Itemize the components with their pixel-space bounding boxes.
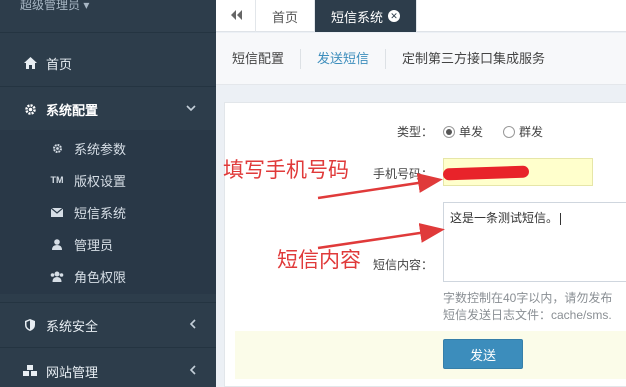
divider (0, 32, 216, 33)
cubes-icon (22, 365, 38, 377)
tab-label: 首页 (272, 9, 299, 25)
subtab-send-sms[interactable]: 发送短信 (301, 48, 387, 69)
home-icon (22, 57, 38, 69)
send-button[interactable]: 发送 (443, 339, 523, 369)
subtab-custom-api[interactable]: 定制第三方接口集成服务 (386, 49, 561, 69)
user-menu[interactable]: 超级管理员 ▾ (0, 0, 216, 32)
tab-home[interactable]: 首页 (256, 0, 316, 32)
chevron-down-icon (186, 103, 196, 115)
help-text-length: 字数控制在40字以内，请勿发布 (443, 291, 613, 305)
subtab-sms-config[interactable]: 短信配置 (216, 48, 302, 69)
user-icon (50, 238, 64, 250)
radio-checked-icon (443, 125, 455, 138)
divider (0, 302, 216, 303)
type-label: 类型： (396, 125, 433, 139)
radio-unchecked-icon (503, 125, 515, 138)
chevron-left-icon (189, 364, 196, 378)
close-icon[interactable]: ✕ (388, 10, 401, 22)
sidebar-item-home[interactable]: 首页 (0, 43, 216, 83)
sidebar-subitem-label: 角色权限 (74, 269, 127, 285)
sidebar-item-label: 首页 (46, 56, 73, 72)
text-caret (560, 212, 562, 225)
sidebar-subitem-admin[interactable]: 管理员 (0, 228, 216, 260)
tab-label: 短信系统 (331, 9, 384, 25)
sub-tab-bar: 短信配置 发送短信 定制第三方接口集成服务 (216, 33, 626, 85)
tab-sms-system[interactable]: 短信系统 ✕ (315, 0, 418, 32)
sidebar-subitem-label: 系统参数 (74, 141, 127, 157)
sidebar-item-website[interactable]: 网站管理 (0, 351, 216, 387)
tab-bar: 首页 短信系统 ✕ (216, 0, 626, 32)
radio-single[interactable]: 单发 (443, 123, 483, 140)
double-left-icon (230, 9, 242, 23)
annotation-phone: 填写手机号码 (223, 158, 349, 182)
sidebar-item-label: 系统安全 (46, 318, 99, 334)
sidebar-subitem-label: 管理员 (74, 237, 114, 253)
radio-label: 群发 (519, 125, 544, 139)
textarea-value: 这是一条测试短信。 (450, 211, 559, 225)
help-text-log: 短信发送日志文件：cache/sms. (443, 308, 612, 322)
sidebar-subitem-system-params[interactable]: 系统参数 (0, 132, 216, 164)
sidebar-subitem-label: 短信系统 (74, 205, 127, 221)
divider (0, 347, 216, 348)
sidebar-subitem-roles[interactable]: 角色权限 (0, 260, 216, 292)
sms-content-textarea[interactable]: 这是一条测试短信。 (443, 202, 626, 282)
shield-icon (22, 319, 38, 331)
users-icon (50, 271, 64, 282)
radio-group[interactable]: 群发 (503, 123, 543, 140)
chevron-left-icon (189, 318, 196, 332)
divider (0, 86, 216, 87)
trademark-icon: TM (50, 175, 64, 185)
sidebar-item-system-config[interactable]: 系统配置 (0, 89, 216, 129)
sidebar-item-label: 系统配置 (46, 102, 99, 118)
sidebar-subitem-label: 版权设置 (74, 173, 127, 189)
annotation-content: 短信内容 (277, 248, 361, 272)
sidebar-item-label: 网站管理 (46, 364, 99, 380)
sidebar-item-security[interactable]: 系统安全 (0, 305, 216, 345)
envelope-icon (50, 207, 64, 217)
sidebar-subitem-copyright[interactable]: TM 版权设置 (0, 164, 216, 196)
cog-icon (50, 143, 64, 154)
form-footer (235, 331, 626, 379)
radio-label: 单发 (459, 125, 484, 139)
sidebar-subitem-sms[interactable]: 短信系统 (0, 196, 216, 228)
tabs-back-button[interactable] (216, 0, 256, 32)
sidebar: 超级管理员 ▾ 首页 系统配置 系统参数 TM 版权设置 短信系统 管理员 角色… (0, 0, 216, 387)
gear-icon (22, 103, 38, 116)
